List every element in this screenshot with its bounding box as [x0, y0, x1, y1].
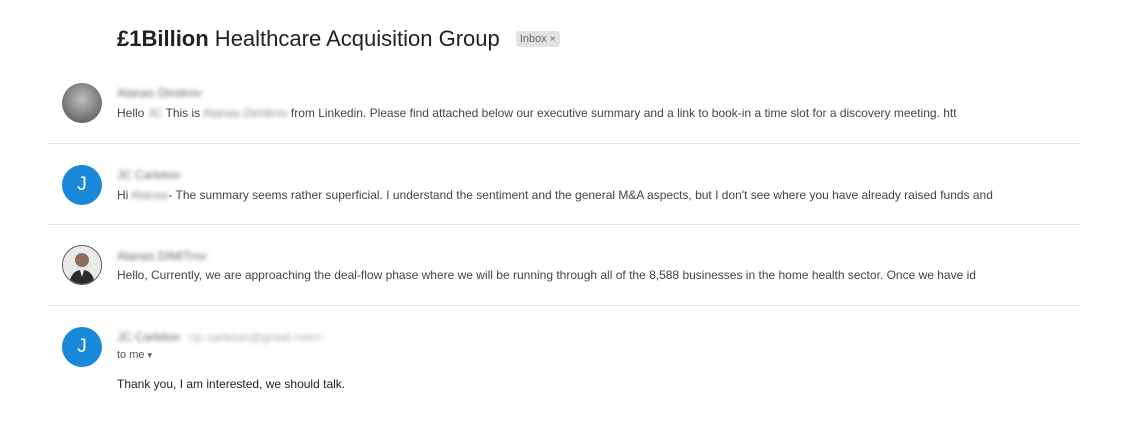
to-me-label: to me — [117, 349, 145, 361]
message-collapsed-2[interactable]: J JC Carleton Hi Atanas- The summary see… — [48, 162, 1080, 222]
message-body: Thank you, I am interested, we should ta… — [117, 377, 346, 391]
sender-email: <jc.carleton@gmail.com> — [187, 330, 324, 344]
message-snippet: Hi Atanas- The summary seems rather supe… — [117, 188, 993, 202]
snippet-text: from Linkedin. Please find attached belo… — [287, 106, 957, 120]
avatar — [62, 83, 102, 123]
inbox-label[interactable]: Inbox × — [515, 31, 560, 47]
recipients-toggle[interactable]: to me ▾ — [117, 349, 152, 361]
snippet-greeting: Hello — [117, 106, 145, 120]
message-snippet: Hello, Currently, we are approaching the… — [117, 268, 976, 282]
snippet-greeting: Hi — [117, 188, 129, 202]
divider — [48, 305, 1080, 306]
avatar: J — [62, 165, 102, 205]
sender-header: JC Carleton <jc.carleton@gmail.com> — [117, 330, 323, 344]
message-expanded: J JC Carleton <jc.carleton@gmail.com> to… — [48, 324, 1080, 434]
sender-name: Atanas Dimitrov — [117, 86, 202, 100]
person-photo-icon — [63, 246, 101, 284]
sender-name: JC Carleton — [117, 330, 181, 344]
avatar: J — [62, 327, 102, 367]
sender-name: Atanas DIMITrov — [117, 249, 207, 263]
divider — [48, 224, 1080, 225]
snippet-mid: This is — [162, 106, 203, 120]
subject-text: Healthcare Acquisition Group — [208, 26, 500, 51]
snippet-text: - The summary seems rather superficial. … — [168, 188, 993, 202]
sender-name: JC Carleton — [117, 168, 181, 182]
snippet-name: JC — [147, 106, 163, 120]
inbox-label-text: Inbox — [519, 33, 547, 45]
remove-label-icon[interactable]: × — [550, 34, 556, 45]
message-collapsed-1[interactable]: Atanas Dimitrov Hello JC This is Atanas … — [48, 80, 1080, 140]
snippet-name: Atanas — [131, 188, 169, 202]
divider — [48, 143, 1080, 144]
thread-subject: £1Billion Healthcare Acquisition Group I… — [117, 26, 560, 52]
avatar — [62, 245, 102, 285]
caret-down-icon: ▾ — [147, 350, 153, 360]
snippet-sender-name: Atanas Dimitrov — [202, 106, 288, 120]
message-snippet: Hello JC This is Atanas Dimitrov from Li… — [117, 106, 957, 120]
subject-prefix: £1Billion — [117, 26, 209, 51]
message-collapsed-3[interactable]: Atanas DIMITrov Hello, Currently, we are… — [48, 243, 1080, 303]
